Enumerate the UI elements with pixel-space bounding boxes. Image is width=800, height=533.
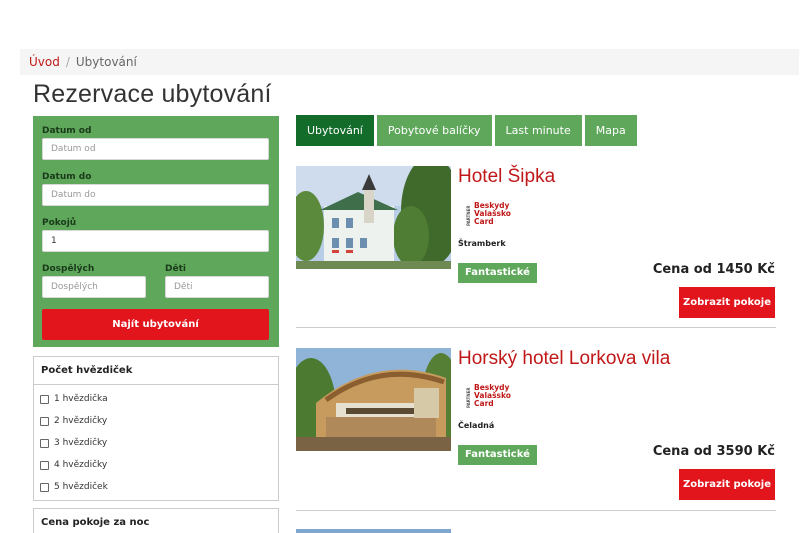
stars-filter-options: 1 hvězdička 2 hvězdičky 3 hvězdičky 4 hvězd… <box>34 385 278 498</box>
hotel-card: Hotel Šipka PARTNER Beskydy Valašsko Car… <box>296 166 776 321</box>
price-filter: Cena pokoje za noc <box>33 508 279 533</box>
stars-filter: Počet hvězdiček 1 hvězdička 2 hvězdičky 3 … <box>33 356 279 501</box>
checkbox[interactable] <box>40 438 49 448</box>
tab-last-minute[interactable]: Last minute <box>494 115 582 146</box>
price-filter-title: Cena pokoje za noc <box>41 517 150 528</box>
rating-badge: Fantastické <box>458 445 537 465</box>
partner-vertical-text: PARTNER <box>466 387 471 409</box>
children-input[interactable] <box>165 276 269 298</box>
hotel-name-link[interactable]: Hotel Šipka <box>458 166 555 188</box>
breadcrumb: Úvod / Ubytování <box>20 49 799 75</box>
checkbox[interactable] <box>40 416 49 426</box>
star-option-label: 5 hvězdiček <box>54 482 108 492</box>
result-tabs: Ubytování Pobytové balíčky Last minute M… <box>296 115 640 146</box>
rooms-label: Pokojů <box>42 218 77 228</box>
adults-label: Dospělých <box>42 264 95 274</box>
star-option-label: 2 hvězdičky <box>54 416 108 426</box>
star-option-label: 1 hvězdička <box>54 394 108 404</box>
partner-line: Card <box>474 399 494 408</box>
hotel-price: Cena od 1450 Kč <box>652 262 775 277</box>
page-title: Rezervace ubytování <box>33 80 272 108</box>
star-option[interactable]: 1 hvězdička <box>34 388 278 410</box>
hotel-name-link[interactable]: Horský hotel Lorkova vila <box>458 348 670 370</box>
adults-input[interactable] <box>42 276 146 298</box>
show-rooms-button[interactable]: Zobrazit pokoje <box>679 287 775 318</box>
star-option-label: 4 hvězdičky <box>54 460 108 470</box>
hotel-photo[interactable] <box>296 529 451 533</box>
date-to-label: Datum do <box>42 172 92 182</box>
hotel-card: Horský hotel Lorkova vila PARTNER Beskyd… <box>296 348 776 503</box>
star-option[interactable]: 4 hvězdičky <box>34 454 278 476</box>
partner-vertical-text: PARTNER <box>466 205 471 227</box>
partner-card-logo: PARTNER Beskydy Valašsko Card <box>466 384 511 412</box>
star-option[interactable]: 2 hvězdičky <box>34 410 278 432</box>
tab-accommodation[interactable]: Ubytování <box>296 115 374 146</box>
date-from-input[interactable] <box>42 138 269 160</box>
find-accommodation-button[interactable]: Najít ubytování <box>42 309 269 340</box>
stars-filter-title: Počet hvězdiček <box>34 357 278 385</box>
hotel-price: Cena od 3590 Kč <box>652 444 775 459</box>
rating-badge: Fantastické <box>458 263 537 283</box>
show-rooms-button[interactable]: Zobrazit pokoje <box>679 469 775 500</box>
children-label: Děti <box>165 264 186 274</box>
partner-line: Card <box>474 217 494 226</box>
date-from-label: Datum od <box>42 126 92 136</box>
hotel-location: Čeladná <box>458 421 495 430</box>
breadcrumb-separator: / <box>65 55 70 69</box>
hotel-location: Štramberk <box>458 239 506 248</box>
star-option[interactable]: 5 hvězdiček <box>34 476 278 498</box>
checkbox[interactable] <box>40 482 49 492</box>
divider <box>296 510 776 511</box>
star-option-label: 3 hvězdičky <box>54 438 108 448</box>
breadcrumb-current: Ubytování <box>75 55 137 69</box>
hotel-photo[interactable] <box>296 348 451 451</box>
tab-map[interactable]: Mapa <box>584 115 637 146</box>
tab-packages[interactable]: Pobytové balíčky <box>376 115 492 146</box>
hotel-photo[interactable] <box>296 166 451 269</box>
rooms-input[interactable] <box>42 230 269 252</box>
star-option[interactable]: 3 hvězdičky <box>34 432 278 454</box>
checkbox[interactable] <box>40 460 49 470</box>
search-form: Datum od Datum do Pokojů Dospělých Děti … <box>33 116 279 347</box>
breadcrumb-home-link[interactable]: Úvod <box>29 55 60 69</box>
date-to-input[interactable] <box>42 184 269 206</box>
partner-card-logo: PARTNER Beskydy Valašsko Card <box>466 202 511 230</box>
divider <box>296 327 776 328</box>
checkbox[interactable] <box>40 394 49 404</box>
